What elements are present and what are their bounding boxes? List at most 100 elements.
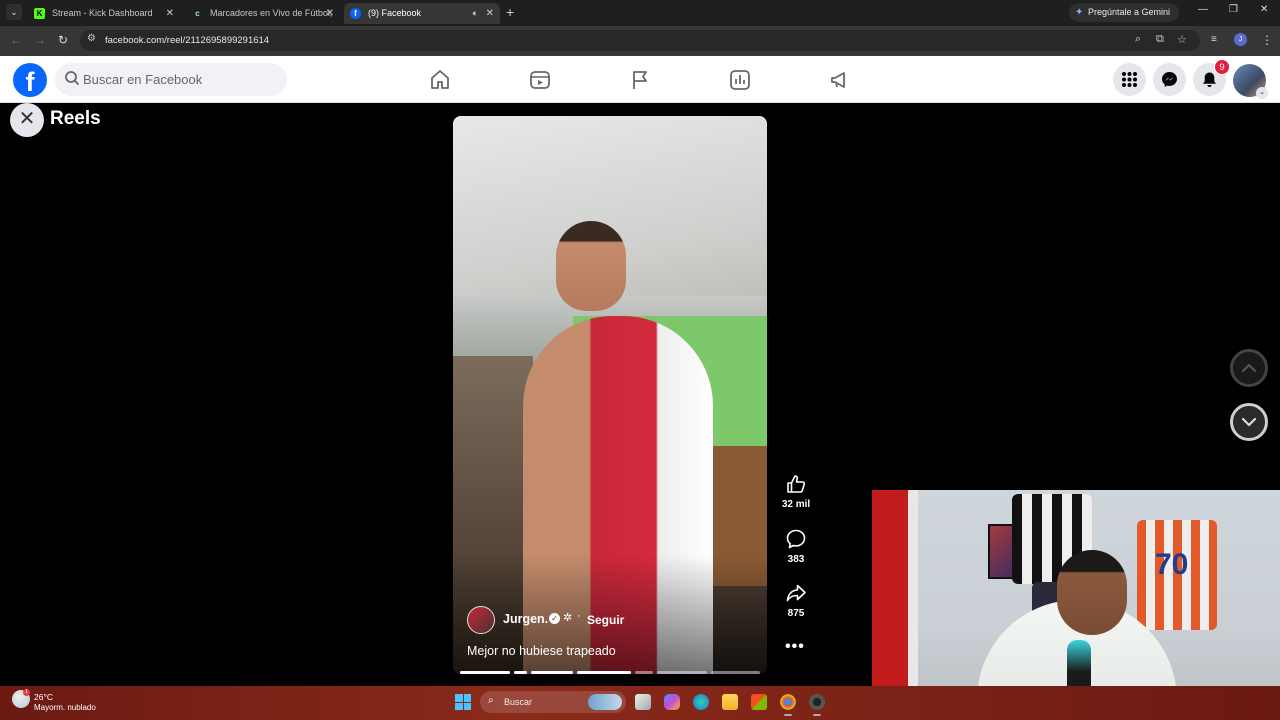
search-input[interactable]: Buscar en Facebook bbox=[55, 63, 287, 96]
close-window-icon[interactable]: ✕ bbox=[1260, 4, 1268, 15]
author-avatar[interactable] bbox=[467, 606, 495, 634]
menu-grid-button[interactable] bbox=[1113, 63, 1146, 96]
url-text: facebook.com/reel/2112695899291614 bbox=[105, 35, 270, 46]
next-reel-button[interactable] bbox=[1230, 403, 1268, 441]
megaphone-icon[interactable] bbox=[828, 68, 852, 92]
browser-tab-strip: ⌄ K Stream - Kick Dashboard ✕ c Marcador… bbox=[0, 0, 1280, 26]
share-count: 875 bbox=[787, 608, 805, 619]
taskbar-search-input[interactable]: ⌕ Buscar bbox=[480, 691, 626, 713]
zoom-icon[interactable]: ⌕ bbox=[1135, 33, 1141, 46]
pages-flag-icon[interactable] bbox=[628, 68, 652, 92]
reel-progress-indicator bbox=[460, 671, 760, 674]
tab-marcadores[interactable]: c Marcadores en Vivo de Fútbol, ✕ bbox=[186, 3, 340, 24]
webcam-jersey-number: 70 bbox=[1155, 548, 1189, 581]
gemini-label: Pregúntale a Gemini bbox=[1088, 7, 1171, 17]
edge-icon[interactable] bbox=[693, 694, 709, 710]
search-highlight-image bbox=[588, 694, 622, 710]
thumbs-up-icon bbox=[787, 475, 806, 493]
messenger-button[interactable] bbox=[1153, 63, 1186, 96]
progress-segment bbox=[635, 671, 653, 674]
tab-title: Stream - Kick Dashboard bbox=[52, 8, 153, 18]
comment-icon bbox=[786, 529, 806, 549]
progress-segment bbox=[514, 671, 527, 674]
bookmark-star-icon[interactable]: ☆ bbox=[1177, 33, 1187, 46]
search-icon: ⌕ bbox=[488, 695, 494, 706]
close-icon[interactable]: ✕ bbox=[486, 3, 494, 24]
tab-facebook[interactable]: f (9) Facebook 🔈︎ ✕ bbox=[344, 3, 500, 24]
close-reels-button[interactable]: ✕ bbox=[10, 103, 44, 137]
previous-reel-button[interactable] bbox=[1230, 349, 1268, 387]
share-arrow-icon bbox=[786, 584, 806, 602]
marcadores-favicon-icon: c bbox=[192, 8, 203, 19]
weather-alert-badge: 1 bbox=[23, 689, 30, 696]
more-options-icon[interactable]: ••• bbox=[785, 638, 805, 656]
close-icon[interactable]: ✕ bbox=[326, 3, 334, 24]
forward-icon[interactable]: → bbox=[34, 33, 46, 47]
kick-favicon-icon: K bbox=[34, 8, 45, 19]
gemini-spark-icon: ✦ bbox=[1075, 7, 1084, 18]
grid-icon bbox=[1122, 72, 1137, 87]
address-bar-row: ← → ↻ ⚙ facebook.com/reel/21126958992916… bbox=[0, 26, 1280, 56]
file-explorer-icon[interactable] bbox=[722, 694, 738, 710]
facebook-logo[interactable]: f bbox=[13, 63, 47, 97]
speaker-icon[interactable]: 🔈︎ bbox=[473, 3, 478, 24]
gemini-button[interactable]: ✦ Pregúntale a Gemini bbox=[1069, 3, 1180, 22]
obs-icon[interactable] bbox=[809, 694, 825, 716]
dashboard-icon[interactable] bbox=[728, 68, 752, 92]
verified-badge-icon: ✓ bbox=[549, 613, 560, 624]
share-button[interactable]: 875 bbox=[776, 582, 816, 619]
profile-avatar[interactable]: J bbox=[1234, 33, 1247, 46]
url-input[interactable]: ⚙ facebook.com/reel/2112695899291614 ⌕ ⧉… bbox=[80, 30, 1200, 51]
chrome-icon[interactable] bbox=[780, 694, 796, 716]
like-count: 32 mil bbox=[781, 499, 811, 510]
notification-count-badge: 9 bbox=[1214, 59, 1230, 75]
follow-button[interactable]: Seguir bbox=[587, 613, 624, 627]
taskbar-search-label: Buscar bbox=[504, 697, 533, 707]
bell-icon bbox=[1203, 72, 1216, 87]
comment-count: 383 bbox=[787, 554, 805, 565]
creator-badge-icon: ✲ bbox=[563, 612, 573, 624]
video-icon[interactable] bbox=[528, 68, 552, 92]
new-tab-button[interactable]: + bbox=[506, 3, 514, 21]
chevron-down-icon[interactable]: ⌄ bbox=[1256, 87, 1268, 99]
tab-title: (9) Facebook bbox=[368, 8, 422, 18]
progress-segment bbox=[711, 671, 760, 674]
video-scene-head bbox=[556, 221, 626, 311]
account-avatar[interactable]: ⌄ bbox=[1233, 64, 1268, 99]
close-icon: ✕ bbox=[18, 108, 36, 130]
page-title: Reels bbox=[50, 108, 101, 129]
minimize-icon[interactable]: — bbox=[1198, 4, 1208, 15]
progress-segment bbox=[577, 671, 631, 674]
task-view-icon[interactable] bbox=[635, 694, 651, 710]
restore-icon[interactable]: ❐ bbox=[1229, 4, 1238, 15]
close-icon[interactable]: ✕ bbox=[166, 3, 174, 24]
windows-start-icon[interactable] bbox=[455, 694, 471, 710]
reel-caption: Mejor no hubiese trapeado bbox=[467, 644, 616, 658]
store-icon[interactable] bbox=[751, 694, 767, 710]
browser-menu-icon[interactable]: ⋮ bbox=[1261, 33, 1273, 47]
weather-description: Mayorm. nublado bbox=[34, 703, 96, 712]
site-info-icon[interactable]: ⚙ bbox=[87, 33, 96, 44]
tab-title: Marcadores en Vivo de Fútbol, bbox=[210, 8, 333, 18]
weather-temperature: 26°C bbox=[34, 692, 53, 702]
progress-segment bbox=[460, 671, 510, 674]
back-icon[interactable]: ← bbox=[10, 33, 22, 47]
install-app-icon[interactable]: ⧉ bbox=[1156, 33, 1164, 46]
author-name[interactable]: Jurgen. bbox=[503, 612, 548, 626]
progress-segment bbox=[657, 671, 707, 674]
reload-icon[interactable]: ↻ bbox=[58, 33, 68, 47]
webcam-streamer-head bbox=[1057, 550, 1127, 635]
home-icon[interactable] bbox=[428, 68, 452, 92]
like-button[interactable]: 32 mil bbox=[776, 473, 816, 510]
tab-search-button[interactable]: ⌄ bbox=[6, 4, 22, 20]
copilot-icon[interactable] bbox=[664, 694, 680, 710]
comment-button[interactable]: 383 bbox=[776, 528, 816, 565]
facebook-favicon-icon: f bbox=[350, 8, 361, 19]
progress-segment bbox=[531, 671, 573, 674]
search-placeholder: Buscar en Facebook bbox=[83, 72, 203, 87]
reading-list-icon[interactable]: ≡ bbox=[1211, 34, 1217, 45]
facebook-header: f Buscar en Facebook ⌄ bbox=[0, 56, 1280, 103]
tab-kick-dashboard[interactable]: K Stream - Kick Dashboard ✕ bbox=[28, 3, 180, 24]
chevron-down-icon bbox=[1241, 417, 1257, 427]
reel-video-player[interactable]: Jurgen. ✓ ✲ · Seguir Mejor no hubiese tr… bbox=[453, 116, 767, 674]
